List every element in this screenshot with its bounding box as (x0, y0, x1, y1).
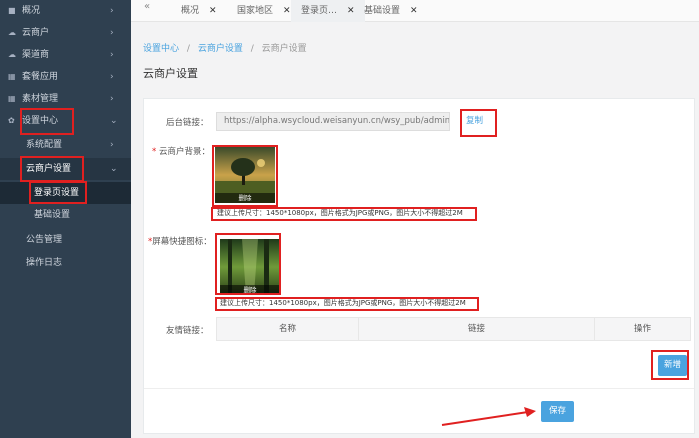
chevron-right-icon: › (110, 94, 114, 104)
tab-label: 概况 (181, 6, 200, 16)
cloud-icon: ☁ (8, 28, 16, 37)
chevron-right-icon: › (110, 6, 114, 16)
label-text: 屏幕快捷图标： (152, 237, 212, 247)
shortcut-icon-upload-hint: 建议上传尺寸：1450*1080px，图片格式为JPG或PNG，图片大小不得超过… (220, 299, 466, 307)
breadcrumb: 设置中心 / 云商户设置 / 云商户设置 (143, 41, 307, 54)
table-header: 名称 链接 操作 (217, 318, 690, 340)
tab-label: 登录页… (301, 6, 338, 16)
sidebar-item-basic-settings[interactable]: 基础设置 (0, 204, 131, 226)
sidebar-item-channel[interactable]: ☁ 渠道商 › (0, 44, 131, 66)
sidebar-item-label: 基础设置 (34, 210, 71, 220)
sidebar-item-packages[interactable]: ▦ 套餐应用 › (0, 66, 131, 88)
chevron-down-icon: ⌄ (110, 164, 118, 174)
close-icon[interactable]: ✕ (410, 6, 418, 16)
sidebar-item-label: 操作日志 (26, 258, 63, 268)
friend-links-table: 名称 链接 操作 (216, 317, 691, 341)
sidebar-item-overview[interactable]: ■ 概况 › (0, 0, 131, 22)
column-header-name: 名称 (217, 318, 359, 340)
chevron-right-icon: › (110, 50, 114, 60)
backend-link-label: 后台链接： (166, 118, 209, 128)
shortcut-icon-thumbnail[interactable]: 删除 (220, 239, 280, 295)
sidebar-item-label: 素材管理 (22, 94, 59, 104)
background-upload-hint: 建议上传尺寸：1450*1080px，图片格式为JPG或PNG，图片大小不得超过… (217, 209, 463, 217)
sidebar-item-settings-center[interactable]: ✿ 设置中心 ⌄ (0, 110, 131, 132)
chevron-right-icon: › (110, 28, 114, 38)
tab-bar: « 概况 ✕ 国家地区 ✕ 登录页… ✕ 基础设置 ✕ (131, 0, 699, 22)
main-content: 设置中心 / 云商户设置 / 云商户设置 云商户设置 后台链接： https:/… (131, 22, 699, 438)
save-button[interactable]: 保存 (541, 401, 574, 422)
divider (144, 388, 694, 389)
friend-links-label: 友情链接： (166, 326, 209, 336)
close-icon[interactable]: ✕ (209, 6, 217, 16)
add-link-button[interactable]: 新增 (658, 355, 687, 376)
screen-shortcut-icon-label: *屏幕快捷图标： (148, 235, 212, 247)
sidebar: ■ 概况 › ☁ 云商户 › ☁ 渠道商 › ▦ 套餐应用 › ▦ 素材管理 ›… (0, 0, 131, 438)
sidebar-item-label: 设置中心 (22, 116, 59, 126)
breadcrumb-current: 云商户设置 (261, 44, 307, 54)
merchant-background-label: * 云商户背景： (152, 145, 210, 157)
close-icon[interactable]: ✕ (347, 6, 355, 16)
tab-label: 基础设置 (364, 6, 401, 16)
sidebar-item-label: 渠道商 (22, 50, 50, 60)
delete-background-button[interactable]: 删除 (215, 193, 275, 203)
breadcrumb-separator: / (250, 44, 254, 54)
copy-link-button[interactable]: 复制 (466, 112, 483, 131)
delete-shortcut-icon-button[interactable]: 删除 (220, 285, 280, 295)
tab-countries[interactable]: 国家地区 ✕ (237, 0, 291, 22)
merchant-background-thumbnail[interactable]: 删除 (215, 147, 275, 203)
sidebar-item-cloud-merchant-settings[interactable]: 云商户设置 ⌄ (0, 158, 131, 180)
settings-form-panel: 后台链接： https://alpha.wsycloud.weisanyun.c… (143, 98, 695, 434)
sidebar-item-label: 套餐应用 (22, 72, 59, 82)
breadcrumb-settings-center[interactable]: 设置中心 (143, 44, 179, 54)
sidebar-item-cloud-merchant[interactable]: ☁ 云商户 › (0, 22, 131, 44)
sidebar-item-login-page-settings[interactable]: 登录页设置 (0, 182, 131, 204)
sidebar-item-label: 云商户设置 (26, 164, 72, 174)
breadcrumb-cloud-merchant-settings[interactable]: 云商户设置 (198, 44, 243, 54)
gear-icon: ✿ (8, 116, 15, 125)
breadcrumb-separator: / (186, 44, 190, 54)
tab-login-page[interactable]: 登录页… ✕ (291, 0, 365, 22)
grid-icon: ▦ (8, 94, 16, 103)
sidebar-item-label: 云商户 (22, 28, 50, 38)
grid-icon: ▦ (8, 72, 16, 81)
tab-basic-settings[interactable]: 基础设置 ✕ (364, 0, 418, 22)
user-icon: ■ (8, 6, 16, 15)
close-icon[interactable]: ✕ (283, 6, 291, 16)
channel-icon: ☁ (8, 50, 16, 59)
sidebar-item-announcements[interactable]: 公告管理 (0, 229, 131, 251)
tab-overview[interactable]: 概况 ✕ (181, 0, 217, 22)
backend-link-field[interactable]: https://alpha.wsycloud.weisanyun.cn/wsy_… (216, 112, 450, 131)
sidebar-item-label: 公告管理 (26, 235, 63, 245)
sidebar-item-label: 概况 (22, 6, 41, 16)
tab-label: 国家地区 (237, 6, 274, 16)
label-text: 云商户背景： (156, 147, 210, 157)
column-header-actions: 操作 (633, 324, 651, 334)
sidebar-item-materials[interactable]: ▦ 素材管理 › (0, 88, 131, 110)
sidebar-item-label: 系统配置 (26, 140, 63, 150)
sidebar-item-operation-log[interactable]: 操作日志 (0, 252, 131, 274)
chevron-right-icon: › (110, 140, 114, 150)
sidebar-item-label: 登录页设置 (34, 188, 80, 198)
chevron-down-icon: ⌄ (110, 116, 118, 126)
chevron-right-icon: › (110, 72, 114, 82)
collapse-sidebar-icon[interactable]: « (144, 1, 150, 12)
column-header-link: 链接 (359, 318, 595, 340)
sidebar-item-system-config[interactable]: 系统配置 › (0, 134, 131, 156)
page-title: 云商户设置 (143, 67, 198, 80)
